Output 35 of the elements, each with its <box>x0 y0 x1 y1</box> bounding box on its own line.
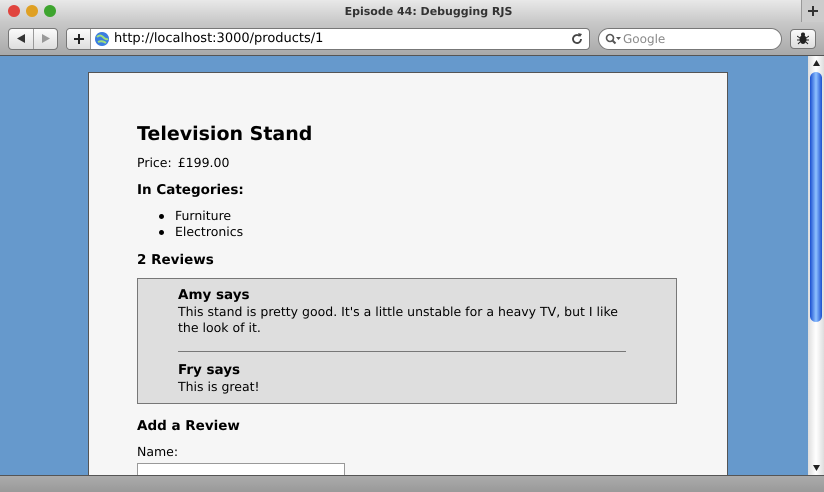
globe-icon <box>94 30 110 46</box>
review-text: This stand is pretty good. It's a little unstable for a heavy TV, but I like the look of it. <box>178 304 619 336</box>
right-triangle-icon <box>42 34 50 43</box>
price-label: Price: <box>137 155 172 170</box>
address-bar[interactable]: http://localhost:3000/products/1 <box>66 28 590 50</box>
category-item: Electronics <box>175 224 244 240</box>
scroll-down-arrow-icon[interactable] <box>812 465 820 471</box>
plus-icon <box>808 6 818 16</box>
category-item: Furniture <box>175 208 232 224</box>
search-icon <box>605 32 621 44</box>
reviews-heading: 2 Reviews <box>137 252 215 268</box>
left-triangle-icon <box>17 34 25 43</box>
new-tab-button[interactable] <box>801 0 824 22</box>
bug-icon <box>797 32 809 45</box>
bullet-icon <box>159 230 164 234</box>
search-field[interactable]: Google <box>598 28 782 50</box>
product-title: Television Stand <box>137 123 314 145</box>
plus-icon <box>74 34 84 44</box>
scroll-up-arrow-icon[interactable] <box>812 60 820 66</box>
bug-button[interactable] <box>790 28 816 48</box>
categories-heading: In Categories: <box>137 182 245 198</box>
close-icon[interactable] <box>8 5 20 17</box>
scroll-thumb[interactable] <box>810 72 822 322</box>
bullet-icon <box>159 214 164 218</box>
name-label: Name: <box>137 444 180 459</box>
scrollbar[interactable] <box>808 56 824 475</box>
price-value: £199.00 <box>178 155 230 170</box>
review-author: Fry says <box>178 362 242 379</box>
add-bookmark-button[interactable] <box>67 28 91 48</box>
form-heading: Add a Review <box>137 418 241 434</box>
window-title: Episode 44: Debugging RJS <box>344 4 512 18</box>
review-text: This is great! <box>178 379 261 395</box>
reload-icon[interactable] <box>571 32 583 44</box>
review-author: Amy says <box>178 287 251 304</box>
address-field[interactable]: http://localhost:3000/products/1 <box>110 31 571 46</box>
